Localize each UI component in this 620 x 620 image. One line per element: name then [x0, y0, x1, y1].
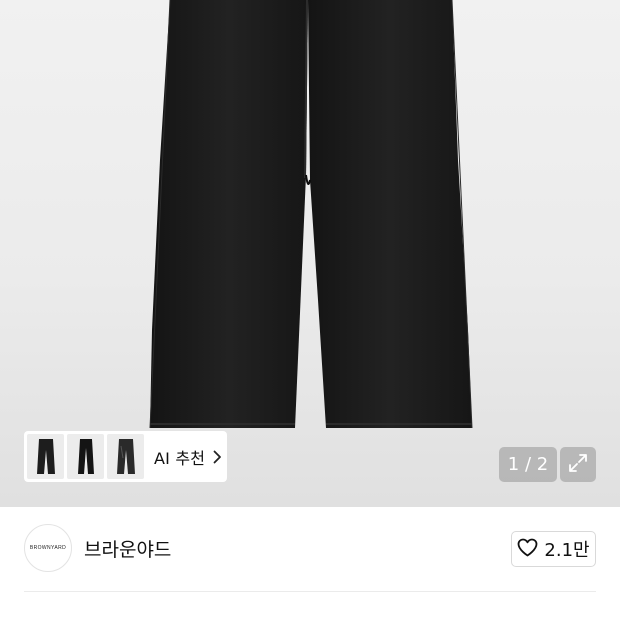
- pants-thumbnail-image: [116, 438, 135, 474]
- like-button[interactable]: 2.1만: [511, 531, 596, 567]
- expand-icon: [568, 453, 588, 477]
- brand-logo[interactable]: BROWNYARD: [24, 524, 72, 572]
- pants-thumbnail-image: [36, 438, 55, 474]
- like-count: 2.1만: [544, 540, 590, 561]
- recommend-thumbnail[interactable]: [107, 434, 144, 479]
- product-image-gallery[interactable]: AI 추천 1 / 2: [0, 0, 620, 507]
- expand-image-button[interactable]: [560, 447, 596, 482]
- recommend-thumbnail[interactable]: [27, 434, 64, 479]
- brand-name[interactable]: 브라운야드: [84, 535, 171, 562]
- recommend-thumbnail[interactable]: [67, 434, 104, 479]
- brand-logo-text: BROWNYARD: [29, 545, 67, 551]
- product-detail-page: AI 추천 1 / 2 BROWNYARD 브라운야드 2.1만: [0, 0, 620, 620]
- section-divider: [24, 591, 596, 592]
- pants-thumbnail-image: [77, 438, 94, 474]
- chevron-right-icon: [213, 450, 223, 464]
- brand-row: BROWNYARD 브라운야드 2.1만: [0, 507, 620, 592]
- ai-recommend-button[interactable]: AI 추천: [24, 431, 227, 482]
- heart-outline-icon: [517, 538, 538, 561]
- image-page-counter: 1 / 2: [499, 447, 557, 482]
- ai-recommend-label: AI 추천: [154, 448, 206, 468]
